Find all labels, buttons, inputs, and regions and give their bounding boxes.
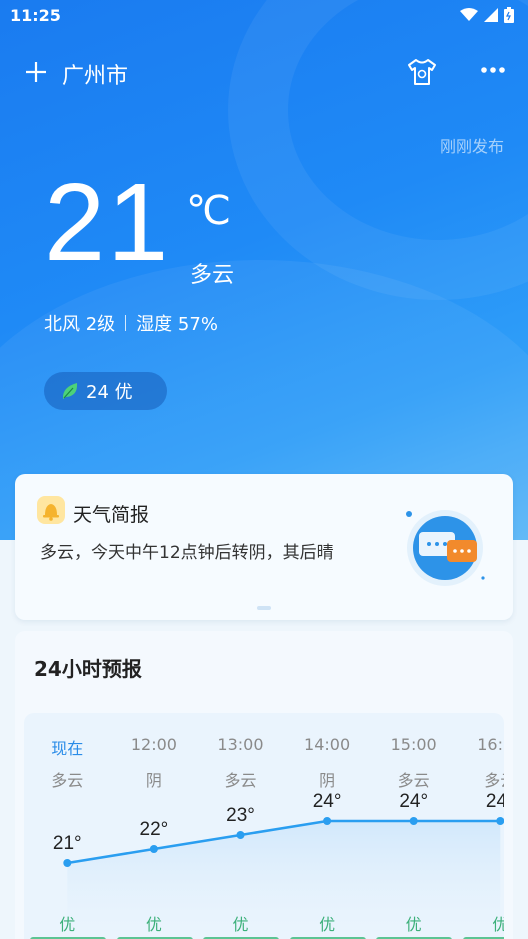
hourly-forecast-scroll[interactable]: 21° 22° 23° 24° 24° 24° 现在多云优 12:00 阴优 13:00 多云优 1…	[24, 713, 504, 939]
wind-humidity-row: 北风 2级 湿度 57%	[44, 310, 218, 336]
temperature-label: 22°	[140, 819, 169, 840]
status-bar: 11:25	[0, 0, 528, 32]
page-indicator	[257, 606, 271, 610]
add-city-icon[interactable]	[24, 60, 48, 84]
hour-condition: 多云	[397, 771, 430, 790]
hour-time: 14:00	[304, 735, 351, 754]
hour-aqi: 优	[319, 915, 336, 934]
more-icon[interactable]	[480, 66, 506, 74]
hour-aqi: 优	[232, 915, 249, 934]
dressing-index-icon[interactable]	[406, 58, 438, 86]
hour-time: 13:00	[217, 735, 264, 754]
temperature-point	[149, 845, 158, 853]
hour-aqi: 优	[59, 915, 76, 934]
hour-condition: 多云	[224, 771, 257, 790]
hour-aqi: 优	[145, 915, 162, 934]
hourly-forecast-card: 24小时预报 21° 22° 23° 24° 24° 24° 现在多云优 12:00 阴优 13…	[15, 631, 513, 939]
top-bar: 广州市	[0, 50, 528, 94]
battery-icon	[504, 7, 514, 23]
bell-icon	[37, 496, 65, 524]
hour-aqi: 优	[492, 915, 504, 934]
city-name[interactable]: 广州市	[62, 58, 128, 90]
signal-icon	[484, 8, 498, 22]
temperature-label: 24°	[313, 791, 342, 812]
hour-condition: 多云	[51, 771, 84, 790]
temperature-point	[236, 831, 245, 839]
temperature-point	[409, 817, 418, 825]
temperature-label: 24°	[486, 791, 504, 812]
divider	[125, 315, 127, 331]
current-condition: 多云	[190, 263, 235, 288]
hour-condition: 阴	[145, 771, 162, 790]
temperature-label: 23°	[226, 805, 255, 826]
hour-time: 16:00	[477, 735, 504, 754]
chat-bubble-icon	[406, 510, 485, 586]
temperature-label: 24°	[399, 791, 428, 812]
temperature-point	[323, 817, 332, 825]
publish-status: 刚刚发布	[439, 137, 504, 156]
weather-brief-card[interactable]: 天气简报 多云，今天中午12点钟后转阴，其后晴	[15, 474, 513, 620]
aqi-badge[interactable]: 24 优	[44, 372, 167, 410]
hour-time: 12:00	[130, 735, 177, 754]
hour-time: 现在	[51, 739, 84, 758]
humidity-info: 湿度 57%	[136, 314, 218, 335]
brief-text: 多云，今天中午12点钟后转阴，其后晴	[40, 543, 334, 563]
leaf-icon	[62, 383, 78, 399]
temperature-unit: ℃	[186, 188, 231, 234]
hour-condition: 阴	[319, 771, 336, 790]
hour-condition: 多云	[484, 771, 504, 790]
brief-title: 天气简报	[73, 504, 150, 526]
temperature-point	[496, 817, 504, 825]
temperature-label: 21°	[53, 833, 82, 854]
current-temperature: 21	[44, 161, 171, 284]
wifi-icon	[460, 8, 478, 21]
hour-aqi: 优	[405, 915, 422, 934]
wind-info: 北风 2级	[44, 314, 116, 335]
forecast-title: 24小时预报	[34, 657, 142, 681]
status-time: 11:25	[10, 6, 61, 25]
aqi-value: 24 优	[86, 382, 133, 403]
hour-time: 15:00	[390, 735, 437, 754]
temperature-point	[63, 859, 72, 867]
